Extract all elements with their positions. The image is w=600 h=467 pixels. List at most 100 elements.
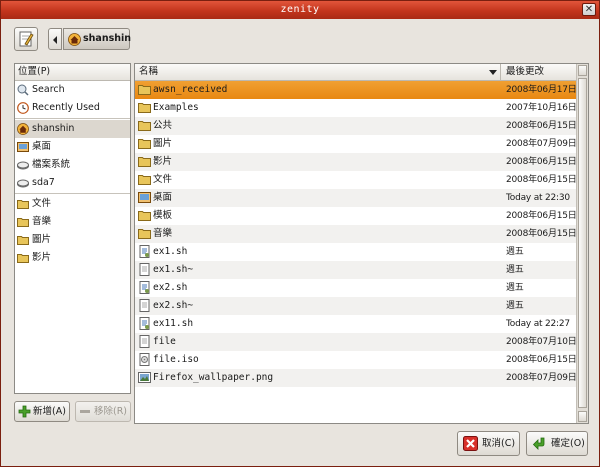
file-chooser-dialog: zenity ✕ shanshin 位置(P) Search Recently …: [0, 0, 600, 467]
add-bookmark-label: 新增(A): [33, 406, 66, 417]
places-header[interactable]: 位置(P): [15, 64, 130, 81]
folder-icon: [17, 236, 29, 245]
table-row[interactable]: ex2.sh 週五: [135, 279, 577, 297]
file-modified: 週五: [506, 283, 524, 293]
file-name: awsn_received: [153, 84, 228, 95]
file-modified: 2008年06月15日: [506, 229, 577, 239]
table-row[interactable]: 模板 2008年06月15日: [135, 207, 577, 225]
scroll-down-button[interactable]: [578, 411, 587, 422]
title-bar[interactable]: zenity ✕: [1, 1, 599, 19]
table-row[interactable]: file.iso 2008年06月15日: [135, 351, 577, 369]
plus-icon: [18, 405, 31, 418]
path-bar: shanshin: [1, 20, 599, 58]
table-row[interactable]: ex1.sh 週五: [135, 243, 577, 261]
column-header-name-label: 名稱: [139, 66, 159, 77]
table-row[interactable]: 影片 2008年06月15日: [135, 153, 577, 171]
place-label: 檔案系統: [32, 159, 71, 170]
table-row[interactable]: ex11.sh Today at 22:27: [135, 315, 577, 333]
path-crumb-home[interactable]: shanshin: [63, 28, 132, 50]
close-button[interactable]: ✕: [582, 3, 596, 16]
table-row[interactable]: 桌面 Today at 22:30: [135, 189, 577, 207]
file-modified: 2007年10月16日: [506, 103, 577, 113]
file-list-scrollbar[interactable]: [576, 64, 588, 423]
place-label: Recently Used: [32, 102, 100, 113]
place-videos[interactable]: 影片: [15, 249, 130, 267]
file-modified: Today at 22:30: [506, 193, 570, 203]
folder-icon: [138, 157, 151, 167]
scrollbar-thumb[interactable]: [578, 78, 587, 408]
window-title: zenity: [280, 4, 320, 15]
ok-button[interactable]: 確定(O): [526, 431, 588, 456]
file-name: Firefox_wallpaper.png: [153, 372, 274, 383]
close-icon: ✕: [584, 4, 594, 15]
place-label: 桌面: [32, 141, 52, 152]
place-recently-used[interactable]: Recently Used: [15, 99, 130, 117]
file-name: 音樂: [153, 228, 173, 239]
column-header-name[interactable]: 名稱: [135, 64, 501, 80]
file-modified: 2008年06月15日: [506, 121, 577, 131]
place-sda7[interactable]: sda7: [15, 174, 130, 192]
minus-icon: [80, 410, 90, 413]
home-icon: [17, 123, 29, 135]
place-documents[interactable]: 文件: [15, 195, 130, 213]
add-bookmark-button[interactable]: 新增(A): [14, 401, 70, 422]
scroll-up-button[interactable]: [578, 65, 587, 76]
table-row[interactable]: Examples 2007年10月16日: [135, 99, 577, 117]
drive-icon: [17, 179, 29, 188]
place-label: sda7: [32, 177, 55, 188]
file-modified: 2008年06月15日: [506, 157, 577, 167]
file-modified: 2008年07月10日: [506, 337, 577, 347]
place-search[interactable]: Search: [15, 81, 130, 99]
table-row[interactable]: ex2.sh~ 週五: [135, 297, 577, 315]
type-location-button[interactable]: [14, 27, 38, 51]
file-name: ex1.sh~: [153, 264, 194, 275]
folder-icon: [138, 103, 151, 113]
cancel-label: 取消(C): [482, 438, 516, 449]
text-file-icon: [139, 263, 150, 276]
file-name: 文件: [153, 174, 173, 185]
path-back-button[interactable]: [48, 28, 62, 50]
ok-label: 確定(O): [551, 438, 585, 449]
file-modified: 2008年06月15日: [506, 211, 577, 221]
table-row[interactable]: 圖片 2008年07月09日: [135, 135, 577, 153]
cancel-button[interactable]: 取消(C): [457, 431, 520, 456]
file-modified: 2008年07月09日: [506, 139, 577, 149]
text-file-icon: [139, 299, 150, 312]
file-list-header: 名稱 最後更改: [135, 64, 588, 81]
table-row[interactable]: 公共 2008年06月15日: [135, 117, 577, 135]
file-rows: awsn_received 2008年06月17日 Examples 2007年…: [135, 81, 577, 387]
place-pictures[interactable]: 圖片: [15, 231, 130, 249]
file-modified: 週五: [506, 247, 524, 257]
file-modified: 週五: [506, 265, 524, 275]
place-label: 音樂: [32, 216, 52, 227]
table-row[interactable]: 音樂 2008年06月15日: [135, 225, 577, 243]
file-modified: 2008年06月15日: [506, 355, 577, 365]
table-row[interactable]: ex1.sh~ 週五: [135, 261, 577, 279]
table-row[interactable]: 文件 2008年06月15日: [135, 171, 577, 189]
column-header-modified[interactable]: 最後更改: [502, 64, 572, 80]
place-filesystem[interactable]: 檔案系統: [15, 156, 130, 174]
remove-bookmark-label: 移除(R): [94, 406, 128, 417]
search-icon: [17, 84, 29, 96]
path-crumb-label: shanshin: [83, 33, 132, 44]
place-desktop[interactable]: 桌面: [15, 138, 130, 156]
file-name: Examples: [153, 102, 199, 113]
folder-icon: [138, 85, 151, 95]
folder-icon: [138, 121, 151, 131]
folder-icon: [17, 218, 29, 227]
column-header-modified-label: 最後更改: [506, 66, 545, 77]
place-music[interactable]: 音樂: [15, 213, 130, 231]
table-row[interactable]: file 2008年07月10日: [135, 333, 577, 351]
place-label: Search: [32, 84, 65, 95]
pencil-icon: [19, 31, 34, 47]
place-home[interactable]: shanshin: [15, 120, 130, 138]
file-name: 影片: [153, 156, 173, 167]
file-name: ex2.sh~: [153, 300, 194, 311]
script-icon: [139, 245, 150, 258]
table-row[interactable]: Firefox_wallpaper.png 2008年07月09日: [135, 369, 577, 387]
file-name: 公共: [153, 120, 173, 131]
place-label: 影片: [32, 252, 52, 263]
file-name: file.iso: [153, 354, 199, 365]
file-name: 圖片: [153, 138, 173, 149]
table-row[interactable]: awsn_received 2008年06月17日: [135, 81, 577, 99]
